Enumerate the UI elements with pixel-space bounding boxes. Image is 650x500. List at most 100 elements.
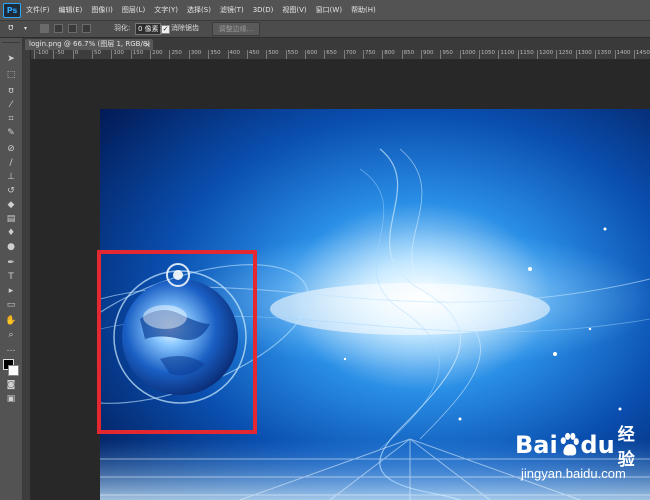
- path-selection-tool-icon[interactable]: ▸: [4, 286, 18, 296]
- ruler-tick: 950: [440, 50, 453, 59]
- anti-alias-checkbox[interactable]: ✓: [161, 25, 170, 34]
- pen-tool-icon[interactable]: ✒: [4, 258, 18, 268]
- menu-file[interactable]: 文件(F): [26, 5, 50, 15]
- lasso-preset-icon[interactable]: ʊ: [8, 24, 14, 33]
- ruler-tick-label: 500: [268, 50, 279, 56]
- ruler-tick: -100: [34, 50, 48, 59]
- menu-3d[interactable]: 3D(D): [253, 6, 274, 14]
- ruler-tick: 900: [421, 50, 434, 59]
- ruler-tick-label: 150: [132, 50, 144, 56]
- menu-edit[interactable]: 编辑(E): [59, 5, 83, 15]
- watermark-bai: Bai: [515, 431, 558, 459]
- ruler-tick-label: 800: [384, 50, 395, 56]
- blur-tool-icon[interactable]: ♦: [4, 228, 18, 238]
- ruler-tick: 1450: [633, 50, 650, 59]
- ruler-tick: 850: [401, 50, 414, 59]
- menu-items: 文件(F) 编辑(E) 图像(I) 图层(L) 文字(Y) 选择(S) 滤镜(T…: [26, 0, 376, 20]
- ruler-tick-label: 1350: [597, 50, 612, 56]
- ruler-tick: 450: [246, 50, 259, 59]
- menu-layer[interactable]: 图层(L): [122, 5, 145, 15]
- ruler-tick-label: 450: [248, 50, 260, 56]
- baidu-jingyan-watermark: Bai du 经验 jingyan.baidu.com: [515, 425, 647, 496]
- horizontal-ruler[interactable]: -100 -50 0 50 100 150 200 250 300 350 400 450 500 550…: [30, 50, 650, 60]
- ruler-tick: 1150: [517, 50, 534, 59]
- ruler-tick-label: 900: [423, 50, 434, 56]
- menu-help[interactable]: 帮助(H): [351, 5, 376, 15]
- brush-tool-icon[interactable]: /: [4, 158, 18, 168]
- ruler-tick-label: 250: [171, 50, 182, 56]
- hand-tool-icon[interactable]: ✋: [4, 316, 18, 326]
- dodge-tool-icon[interactable]: ●: [4, 242, 18, 252]
- gradient-tool-icon[interactable]: ▤: [4, 214, 18, 224]
- new-selection-button[interactable]: [40, 24, 49, 33]
- watermark-du: du: [580, 431, 615, 459]
- feather-input[interactable]: 0 像素: [135, 23, 161, 35]
- preset-dropdown-icon[interactable]: ▾: [24, 24, 27, 33]
- ruler-tick: 1300: [575, 50, 592, 59]
- ruler-tick: 1050: [479, 50, 495, 59]
- ruler-tick: 700: [343, 50, 356, 59]
- feather-label: 羽化:: [114, 24, 131, 32]
- menu-window[interactable]: 窗口(W): [316, 5, 342, 15]
- ruler-tick: 350: [208, 50, 221, 59]
- quick-selection-tool-icon[interactable]: ⁄: [4, 100, 18, 110]
- subtract-from-selection-button[interactable]: [68, 24, 77, 33]
- history-brush-tool-icon[interactable]: ↺: [4, 186, 18, 196]
- ruler-tick: 600: [304, 50, 317, 59]
- ruler-tick: 1250: [556, 50, 572, 59]
- ruler-tick: 1400: [614, 50, 631, 59]
- ruler-tick: 1100: [498, 50, 514, 59]
- vertical-ruler[interactable]: [23, 50, 31, 500]
- crop-tool-icon[interactable]: ⌗: [4, 114, 18, 124]
- ruler-tick-label: 950: [442, 50, 453, 56]
- ruler-tick-label: 650: [326, 50, 337, 56]
- ruler-tick-label: 700: [345, 50, 357, 56]
- close-icon[interactable]: ×: [144, 39, 151, 50]
- ruler-tick: 500: [266, 50, 279, 59]
- menu-bar: Ps 文件(F) 编辑(E) 图像(I) 图层(L) 文字(Y) 选择(S) 滤…: [0, 0, 650, 21]
- background-color-swatch[interactable]: [8, 365, 19, 376]
- ruler-tick-label: 1000: [461, 50, 476, 56]
- refine-edge-button[interactable]: 调整边缘...: [212, 22, 260, 36]
- add-to-selection-button[interactable]: [54, 24, 63, 33]
- ruler-tick: 750: [362, 50, 375, 59]
- watermark-logo-row: Bai du 经验: [515, 425, 647, 470]
- ruler-tick-label: 200: [152, 50, 163, 56]
- ruler-tick-label: 1150: [519, 50, 534, 56]
- anti-alias-label: 消除锯齿: [171, 24, 199, 32]
- move-tool-icon[interactable]: ➤: [4, 54, 18, 64]
- lasso-tool-icon[interactable]: ʊ: [4, 86, 18, 96]
- toolbar-grip[interactable]: [2, 38, 20, 43]
- menu-image[interactable]: 图像(I): [91, 5, 113, 15]
- quick-mask-icon[interactable]: ◙: [4, 380, 18, 390]
- ruler-tick-label: 550: [287, 50, 299, 56]
- menu-type[interactable]: 文字(Y): [154, 5, 178, 15]
- document-tab[interactable]: login.png @ 66.7% (图层 1, RGB/8) ×: [25, 39, 153, 50]
- eyedropper-tool-icon[interactable]: ✎: [4, 128, 18, 138]
- menu-view[interactable]: 视图(V): [282, 5, 306, 15]
- eraser-tool-icon[interactable]: ◆: [4, 200, 18, 210]
- intersect-selection-button[interactable]: [82, 24, 91, 33]
- ruler-tick: 1350: [595, 50, 611, 59]
- watermark-url: jingyan.baidu.com: [521, 466, 626, 481]
- shape-tool-icon[interactable]: ▭: [4, 300, 18, 310]
- type-tool-icon[interactable]: T: [4, 272, 18, 282]
- clone-stamp-tool-icon[interactable]: ⊥: [4, 172, 18, 182]
- healing-brush-tool-icon[interactable]: ⊘: [4, 144, 18, 154]
- ruler-tick-label: 1200: [539, 50, 554, 56]
- marquee-tool-icon[interactable]: ⬚: [4, 70, 18, 80]
- tools-panel: ➤ ⬚ ʊ ⁄ ⌗ ✎ ⊘ / ⊥ ↺ ◆ ▤ ♦ ● ✒ T ▸ ▭ ✋ ⌕ …: [0, 38, 23, 500]
- ruler-tick-label: 1250: [558, 50, 573, 56]
- watermark-jingyan: 经验: [617, 425, 635, 470]
- ruler-tick-label: 0: [74, 50, 79, 56]
- menu-filter[interactable]: 滤镜(T): [220, 5, 244, 15]
- paw-icon: [560, 432, 579, 456]
- ruler-tick: 400: [227, 50, 240, 59]
- menu-select[interactable]: 选择(S): [187, 5, 211, 15]
- ruler-tick: 1200: [537, 50, 553, 59]
- zoom-tool-icon[interactable]: ⌕: [4, 330, 18, 340]
- screen-mode-icon[interactable]: ▣: [4, 394, 18, 404]
- ruler-tick-label: 400: [229, 50, 241, 56]
- ruler-tick-label: 750: [364, 50, 376, 56]
- edit-toolbar-icon[interactable]: …: [4, 344, 18, 354]
